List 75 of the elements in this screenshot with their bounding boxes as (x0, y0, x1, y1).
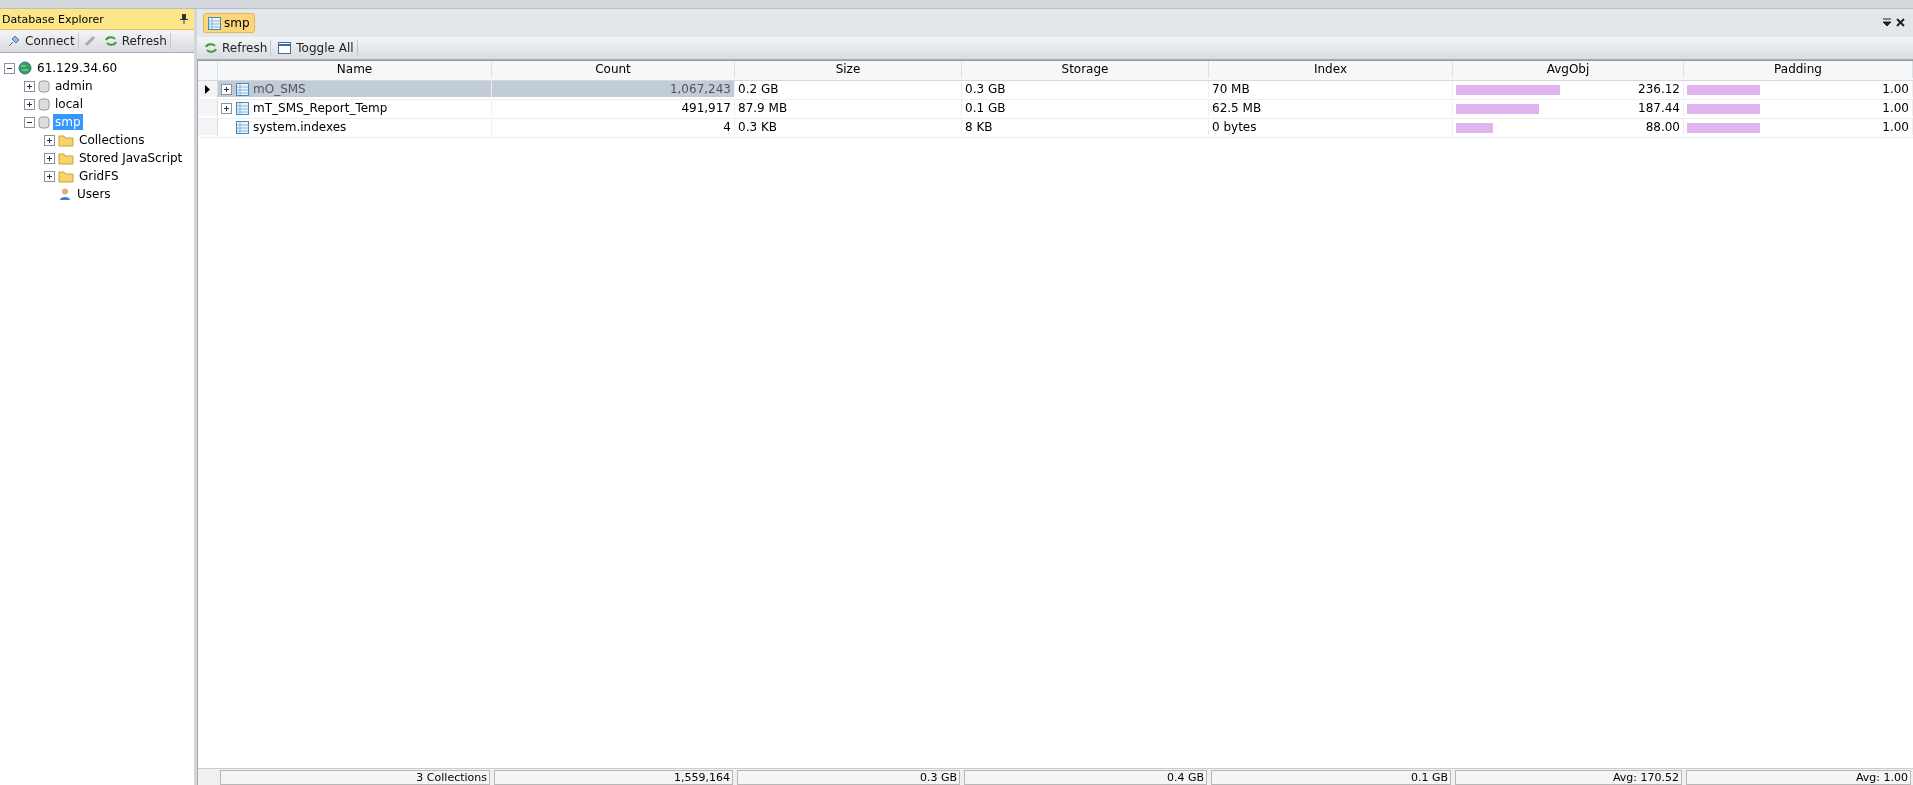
user-icon (58, 187, 72, 201)
table-cell: 491,917 (681, 101, 731, 115)
table-cell: 87.9 MB (738, 101, 788, 115)
expand-icon[interactable] (24, 80, 35, 92)
folder-icon (58, 133, 74, 147)
table-icon (208, 16, 221, 30)
connect-button[interactable]: Connect (4, 33, 79, 49)
summary-cell: Avg: 1.00 (1686, 770, 1911, 785)
collapse-icon[interactable] (4, 62, 15, 74)
tree-item[interactable]: Stored JavaScript (77, 150, 185, 166)
column-header[interactable]: Index (1209, 61, 1453, 78)
document-tab[interactable]: smp (203, 13, 255, 33)
column-header[interactable]: Count (492, 61, 735, 78)
folder-icon (58, 169, 74, 183)
table-cell: 62.5 MB (1212, 101, 1262, 115)
table-icon (236, 120, 249, 134)
expand-icon[interactable] (44, 170, 55, 182)
summary-cell: 0.3 GB (737, 770, 960, 785)
tree-item[interactable]: admin (53, 78, 95, 94)
table-cell: mT_SMS_Report_Temp (253, 101, 388, 115)
expand-icon[interactable] (44, 152, 55, 164)
table-cell: 0.2 GB (738, 82, 779, 96)
table-cell: 1,067,243 (669, 82, 731, 96)
expand-icon[interactable] (44, 134, 55, 146)
summary-cell: 0.4 GB (964, 770, 1207, 785)
table-cell: 1.00 (1882, 101, 1909, 115)
summary-cell: Avg: 170.52 (1455, 770, 1682, 785)
current-row-icon (205, 84, 210, 94)
table-cell: 88.00 (1645, 120, 1680, 134)
table-cell: 0 bytes (1212, 120, 1257, 134)
table-cell: 1.00 (1882, 82, 1909, 96)
toggle-all-button[interactable]: Toggle All (275, 40, 358, 56)
table-cell: 236.12 (1638, 82, 1680, 96)
expand-icon[interactable] (221, 83, 232, 95)
plug-icon (7, 34, 21, 48)
database-icon (38, 79, 50, 93)
table-cell: 8 KB (965, 120, 993, 134)
collapse-icon[interactable] (24, 116, 35, 128)
tree-item[interactable]: Collections (77, 132, 147, 148)
summary-cell: 3 Collections (220, 770, 490, 785)
column-header[interactable]: Storage (962, 61, 1209, 78)
panel-title: Database Explorer (2, 12, 104, 26)
table-cell: 187.44 (1638, 101, 1680, 115)
table-cell: 0.1 GB (965, 101, 1006, 115)
column-header[interactable]: AvgObj (1453, 61, 1684, 78)
refresh-button[interactable]: Refresh (201, 40, 272, 56)
table-cell: 0.3 GB (965, 82, 1006, 96)
column-header[interactable]: Padding (1684, 61, 1913, 78)
row-header[interactable] (198, 81, 218, 97)
globe-icon (18, 61, 32, 75)
refresh-icon (103, 35, 118, 47)
tree-item[interactable]: Users (75, 186, 113, 202)
tree-item[interactable]: 61.129.34.60 (35, 60, 120, 76)
column-header[interactable]: Size (735, 61, 962, 78)
table-icon (236, 101, 249, 115)
table-cell: system.indexes (253, 120, 347, 134)
database-icon (38, 115, 50, 129)
refresh-icon (204, 42, 218, 54)
refresh-button[interactable]: Refresh (100, 33, 171, 49)
tree-item[interactable]: GridFS (77, 168, 121, 184)
window-icon (278, 41, 293, 55)
tree-item[interactable]: local (53, 96, 85, 112)
expand-icon[interactable] (221, 102, 232, 114)
summary-cell: 1,559,164 (494, 770, 733, 785)
pin-icon[interactable] (180, 14, 188, 24)
table-cell: 1.00 (1882, 120, 1909, 134)
column-header[interactable]: Name (218, 61, 492, 78)
table-cell: 70 MB (1212, 82, 1250, 96)
expand-icon[interactable] (24, 98, 35, 110)
summary-cell: 0.1 GB (1211, 770, 1451, 785)
database-icon (38, 97, 50, 111)
folder-icon (58, 151, 74, 165)
table-cell: 0.3 KB (738, 120, 777, 134)
table-cell: mO_SMS (253, 82, 306, 96)
table-cell: 4 (723, 120, 731, 134)
